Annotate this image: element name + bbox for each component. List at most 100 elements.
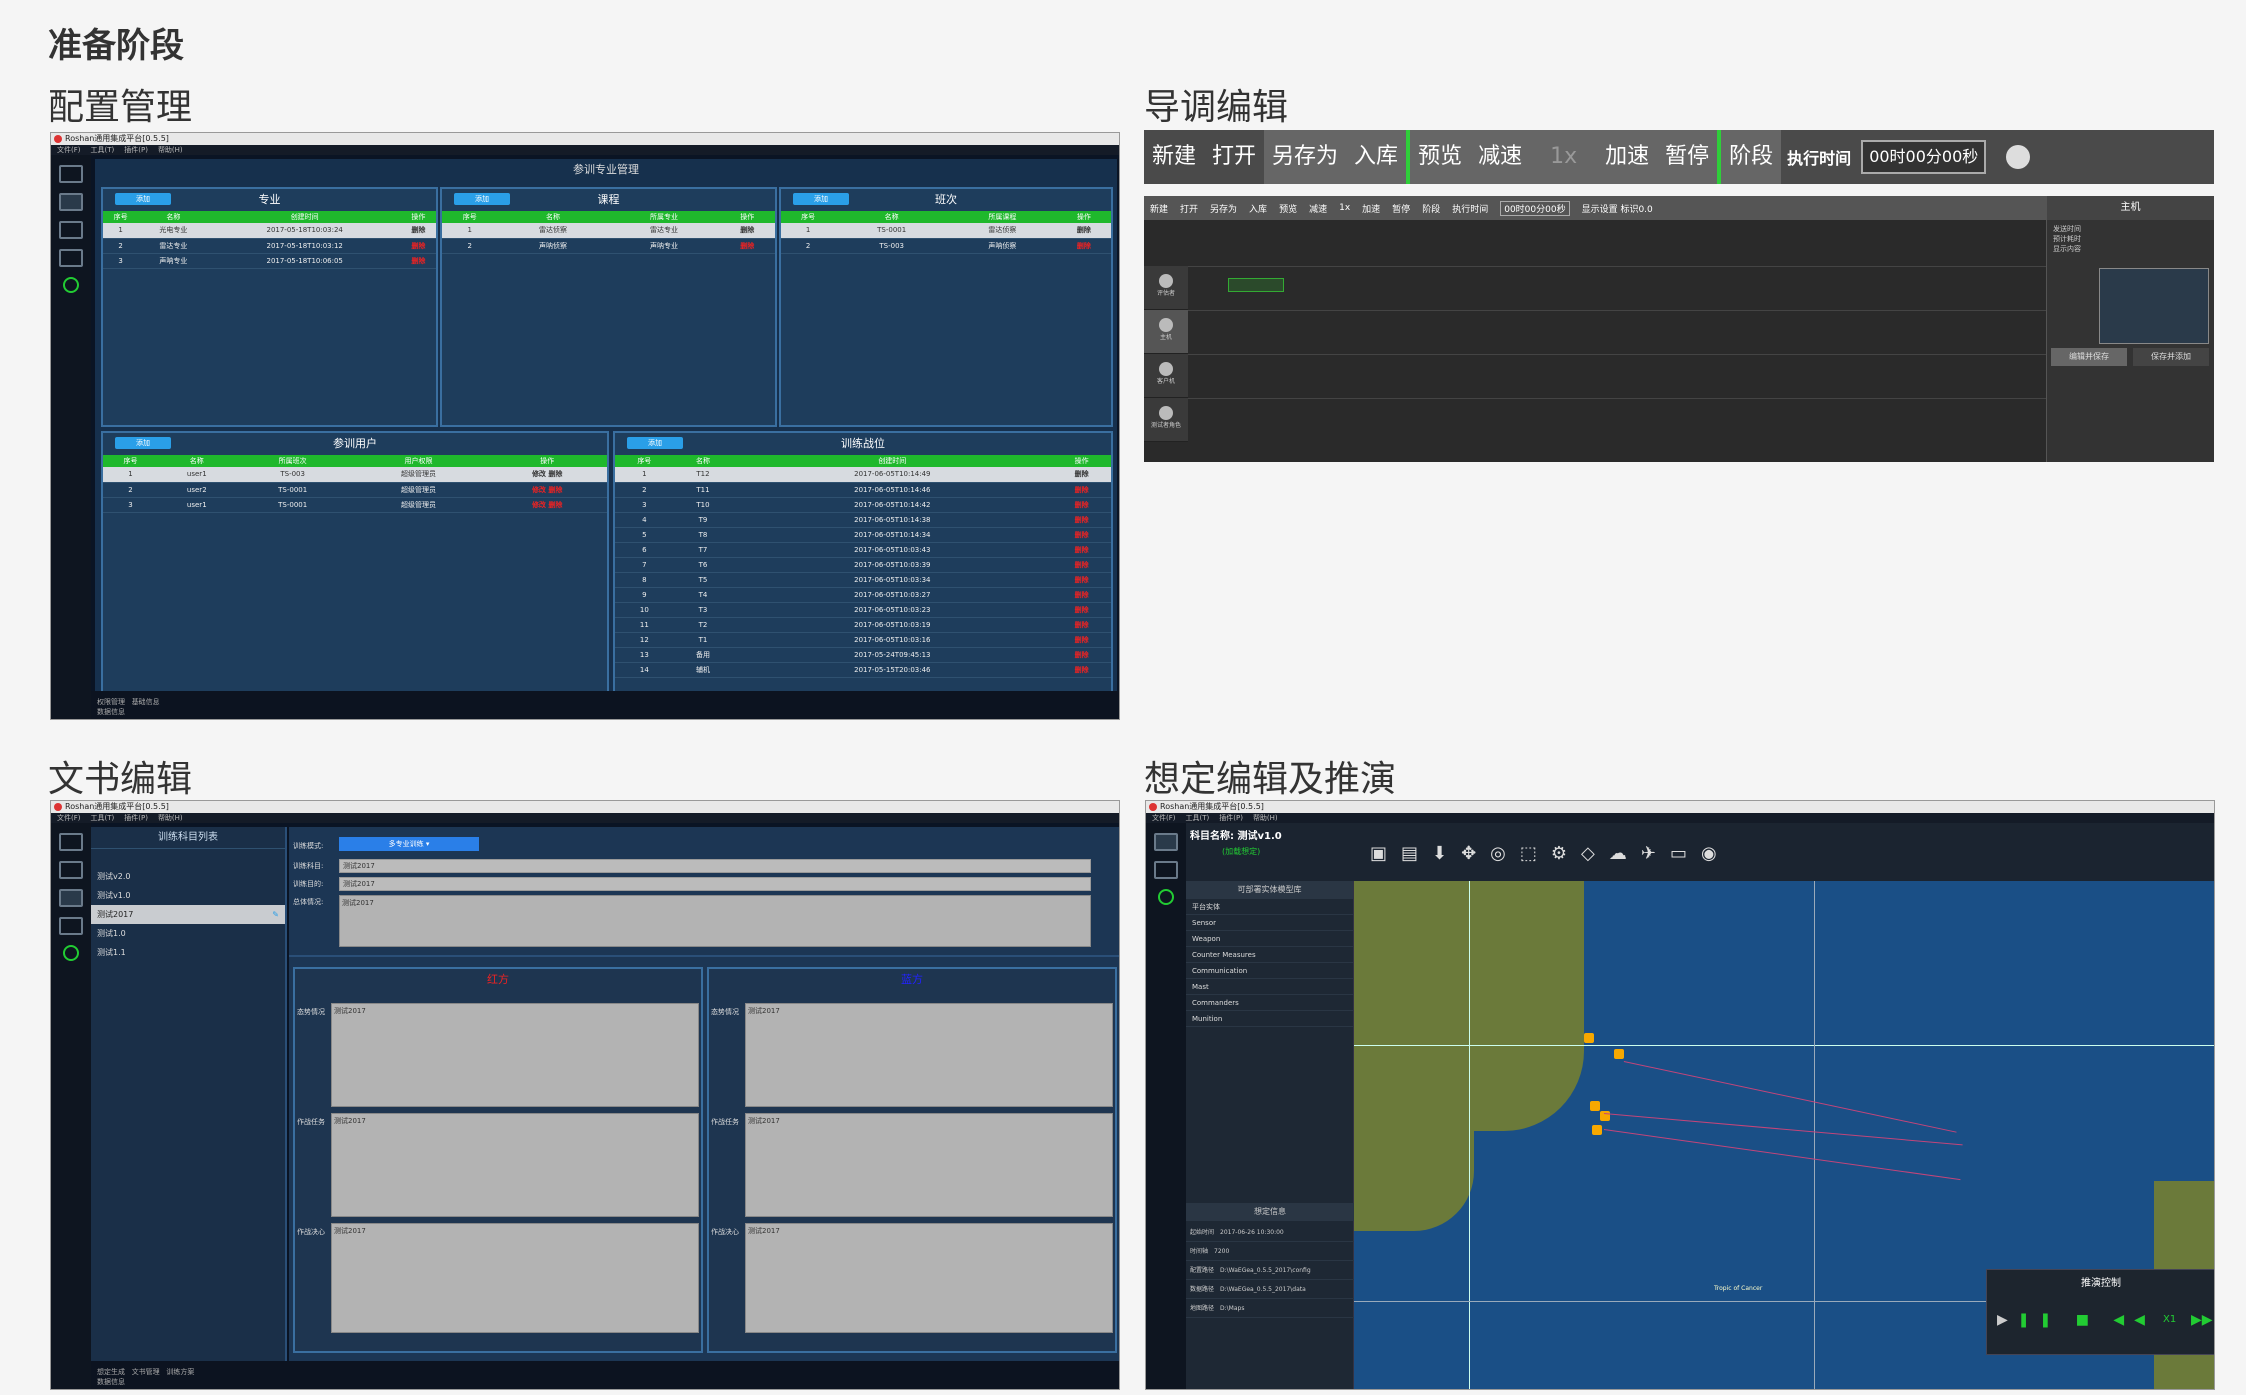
table-row[interactable]: 5 T8 2017-06-05T10:14:34 删除 <box>615 527 1111 543</box>
document-icon[interactable] <box>59 889 83 907</box>
delete-button[interactable]: 删除 <box>400 223 436 239</box>
delete-button[interactable]: 删除 <box>1056 223 1111 239</box>
monitor-icon[interactable] <box>59 833 83 851</box>
menu-help[interactable]: 帮助(H) <box>1253 814 1278 822</box>
tab-permission[interactable]: 权限管理 <box>97 698 125 706</box>
menu-tools[interactable]: 工具(T) <box>91 814 115 822</box>
edit-icon[interactable]: ✎ <box>272 905 279 924</box>
playback-buttons[interactable]: ▶❚❚ ■ ◀◀ <box>1997 1312 2155 1328</box>
table-row[interactable]: 1 TS-0001 雷达侦察 删除 <box>781 223 1111 239</box>
preview-button[interactable]: 预览 <box>1410 130 1471 184</box>
delete-button[interactable]: 删除 <box>1052 647 1111 663</box>
role-row-tester[interactable]: 测试者角色 <box>1144 398 1188 442</box>
save-as-button[interactable]: 另存为 <box>1264 130 1347 184</box>
stage-button[interactable]: 阶段 <box>1422 202 1440 215</box>
new-button[interactable]: 新建 <box>1144 130 1204 184</box>
tab-scenario-gen[interactable]: 想定生成 <box>97 1368 125 1376</box>
menu-plugins[interactable]: 插件(P) <box>1219 814 1243 822</box>
tab-data-info[interactable]: 数据信息 <box>97 1378 125 1386</box>
menu-tools[interactable]: 工具(T) <box>1186 814 1210 822</box>
speed-up-button[interactable]: 加速 <box>1597 130 1658 184</box>
table-row[interactable]: 7 T6 2017-06-05T10:03:39 删除 <box>615 557 1111 573</box>
delete-button[interactable]: 删除 <box>719 223 775 239</box>
tree-item[interactable]: 平台实体 <box>1186 899 1353 915</box>
menu-file[interactable]: 文件(F) <box>57 146 81 154</box>
list-item[interactable]: 测试1.1 <box>91 943 285 962</box>
delete-button[interactable]: 删除 <box>1052 662 1111 678</box>
mode-select[interactable]: 多专业训练 ▾ <box>339 837 479 851</box>
edit-delete-buttons[interactable]: 修改 删除 <box>487 482 607 498</box>
table-row[interactable]: 14 辅机 2017-05-15T20:03:46 删除 <box>615 662 1111 678</box>
new-button[interactable]: 新建 <box>1150 202 1168 215</box>
delete-button[interactable]: 删除 <box>1056 238 1111 254</box>
info-value[interactable]: D:\WaEGea_0.5.5_2017\data <box>1220 1286 1306 1293</box>
tree-item[interactable]: Munition <box>1186 1011 1353 1027</box>
delete-button[interactable]: 删除 <box>1052 482 1111 498</box>
delete-button[interactable]: 删除 <box>1052 572 1111 588</box>
role-row-client[interactable]: 客户机 <box>1144 354 1188 398</box>
edit-delete-buttons[interactable]: 修改 删除 <box>487 467 607 483</box>
table-row[interactable]: 9 T4 2017-06-05T10:03:27 删除 <box>615 587 1111 603</box>
delete-button[interactable]: 删除 <box>1052 587 1111 603</box>
tree-item[interactable]: Communication <box>1186 963 1353 979</box>
tree-item[interactable]: Counter Measures <box>1186 947 1353 963</box>
store-button[interactable]: 入库 <box>1346 130 1407 184</box>
table-row[interactable]: 2 声呐侦察 声呐专业 删除 <box>442 238 775 254</box>
table-row[interactable]: 1 雷达侦察 雷达专业 删除 <box>442 223 775 239</box>
table-row[interactable]: 8 T5 2017-06-05T10:03:34 删除 <box>615 572 1111 588</box>
edit-delete-buttons[interactable]: 修改 删除 <box>487 497 607 513</box>
delete-button[interactable]: 删除 <box>1052 602 1111 618</box>
save-as-button[interactable]: 另存为 <box>1210 202 1237 215</box>
table-row[interactable]: 10 T3 2017-06-05T10:03:23 删除 <box>615 602 1111 618</box>
subject-field[interactable]: 测试2017 <box>339 859 1091 873</box>
add-button[interactable]: 添加 <box>115 193 171 205</box>
timeline-event[interactable] <box>1228 278 1284 292</box>
tab-doc-manage[interactable]: 文书管理 <box>132 1368 160 1376</box>
role-row-evaluator[interactable]: 评估者 <box>1144 266 1188 310</box>
config-icon[interactable] <box>1154 861 1178 879</box>
config-icon[interactable] <box>59 861 83 879</box>
display-settings[interactable]: 显示设置 标识0.0 <box>1582 202 1653 215</box>
eye-icon[interactable] <box>63 277 79 293</box>
table-row[interactable]: 2 T11 2017-06-05T10:14:46 删除 <box>615 482 1111 498</box>
save-add-button[interactable]: 保存并添加 <box>2133 348 2209 366</box>
list-item[interactable]: 测试1.0 <box>91 924 285 943</box>
table-row[interactable]: 4 T9 2017-06-05T10:14:38 删除 <box>615 512 1111 528</box>
table-row[interactable]: 1 光电专业 2017-05-18T10:03:24 删除 <box>103 223 436 239</box>
menu-tools[interactable]: 工具(T) <box>91 146 115 154</box>
unit-marker[interactable] <box>1590 1101 1600 1111</box>
mission-textarea[interactable]: 测试2017 <box>745 1113 1113 1217</box>
menu-help[interactable]: 帮助(H) <box>158 146 183 154</box>
menu-help[interactable]: 帮助(H) <box>158 814 183 822</box>
toolbar-icons[interactable]: ▣▤⬇✥◎⬚⚙◇☁✈▭◉ <box>1370 843 1731 864</box>
delete-button[interactable]: 删除 <box>719 238 775 254</box>
status-indicator-icon[interactable] <box>2006 145 2031 169</box>
table-row[interactable]: 13 备用 2017-05-24T09:45:13 删除 <box>615 647 1111 663</box>
open-button[interactable]: 打开 <box>1204 130 1264 184</box>
info-value[interactable]: 2017-06-26 10:30:00 <box>1220 1229 1284 1236</box>
table-row[interactable]: 11 T2 2017-06-05T10:03:19 删除 <box>615 617 1111 633</box>
delete-button[interactable]: 删除 <box>1052 617 1111 633</box>
table-row[interactable]: 12 T1 2017-06-05T10:03:16 删除 <box>615 632 1111 648</box>
overview-textarea[interactable]: 测试2017 <box>339 895 1091 947</box>
decision-textarea[interactable]: 测试2017 <box>331 1223 699 1333</box>
menu-plugins[interactable]: 插件(P) <box>124 814 148 822</box>
decision-textarea[interactable]: 测试2017 <box>745 1223 1113 1333</box>
unit-marker[interactable] <box>1592 1125 1602 1135</box>
tree-item[interactable]: Mast <box>1186 979 1353 995</box>
list-item-selected[interactable]: 测试2017 ✎ <box>91 905 285 924</box>
delete-button[interactable]: 删除 <box>1052 542 1111 558</box>
tab-data-info[interactable]: 数据信息 <box>97 708 125 716</box>
store-button[interactable]: 入库 <box>1249 202 1267 215</box>
menu-plugins[interactable]: 插件(P) <box>124 146 148 154</box>
situation-textarea[interactable]: 测试2017 <box>331 1003 699 1107</box>
config-icon[interactable] <box>59 193 83 211</box>
list-item[interactable]: 测试v1.0 <box>91 886 285 905</box>
unit-marker[interactable] <box>1584 1033 1594 1043</box>
situation-textarea[interactable]: 测试2017 <box>745 1003 1113 1107</box>
pause-button[interactable]: 暂停 <box>1657 130 1718 184</box>
eye-icon[interactable] <box>1158 889 1174 905</box>
add-button[interactable]: 添加 <box>627 437 683 449</box>
slow-down-button[interactable]: 减速 <box>1309 202 1327 215</box>
purpose-field[interactable]: 测试2017 <box>339 877 1091 891</box>
